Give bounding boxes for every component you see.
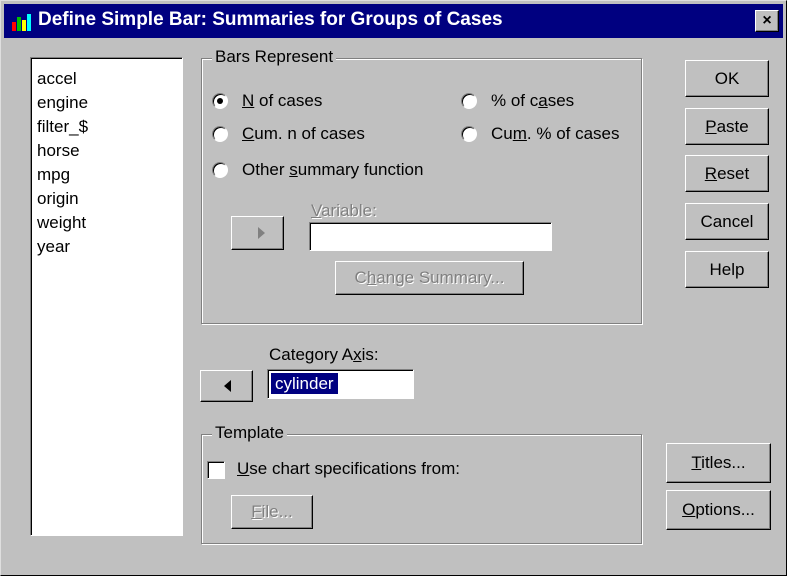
radio-other-summary-label: Other summary function <box>242 160 424 179</box>
bars-represent-group: Bars Represent N of cases % of cases Cum… <box>201 47 642 324</box>
close-icon: × <box>762 12 772 29</box>
category-axis-label: Category Axis: <box>269 345 379 364</box>
radio-indicator <box>461 93 477 109</box>
use-chart-spec-checkbox[interactable]: Use chart specifications from: <box>207 459 537 483</box>
variable-item[interactable]: filter_$ <box>37 115 182 139</box>
help-label: Help <box>709 260 745 279</box>
source-variable-list[interactable]: accel engine filter_$ horse mpg origin w… <box>30 57 183 536</box>
variable-item[interactable]: weight <box>37 211 182 235</box>
arrow-right-icon <box>258 227 265 239</box>
move-to-category-axis-button[interactable] <box>200 370 253 402</box>
variable-item[interactable]: year <box>37 235 182 259</box>
spss-chart-icon <box>12 14 31 31</box>
options-button[interactable]: Options... <box>666 490 771 530</box>
variable-item[interactable]: origin <box>37 187 182 211</box>
template-group: Template Use chart specifications from: … <box>201 423 642 544</box>
radio-indicator <box>461 126 477 142</box>
cancel-button[interactable]: Cancel <box>685 203 769 240</box>
file-button[interactable]: File... <box>231 495 313 529</box>
radio-indicator <box>212 93 228 109</box>
category-axis-value: cylinder <box>270 372 339 395</box>
move-to-variable-button[interactable] <box>231 216 284 250</box>
help-button[interactable]: Help <box>685 251 769 288</box>
window-title: Define Simple Bar: Summaries for Groups … <box>38 9 503 30</box>
dialog-window: Define Simple Bar: Summaries for Groups … <box>0 0 787 576</box>
variable-item[interactable]: accel <box>37 67 182 91</box>
radio-indicator <box>212 126 228 142</box>
ok-button[interactable]: OK <box>685 60 769 97</box>
category-axis-field[interactable]: cylinder <box>267 369 414 399</box>
radio-indicator <box>212 162 228 178</box>
use-chart-spec-label: Use chart specifications from: <box>237 459 460 478</box>
checkbox-box <box>207 461 225 479</box>
cancel-label: Cancel <box>700 212 754 231</box>
change-summary-button[interactable]: Change Summary... <box>335 261 524 295</box>
title-bar[interactable]: Define Simple Bar: Summaries for Groups … <box>4 4 783 38</box>
variable-field[interactable] <box>309 222 552 251</box>
radio-n-of-cases-label: N of cases <box>242 91 323 110</box>
radio-pct-of-cases-label: % of cases <box>491 91 575 110</box>
paste-button[interactable]: Paste <box>685 108 769 145</box>
template-legend: Template <box>212 423 287 443</box>
arrow-left-icon <box>224 380 231 392</box>
reset-button[interactable]: Reset <box>685 155 769 192</box>
variable-item[interactable]: mpg <box>37 163 182 187</box>
variable-label: Variable: <box>311 201 377 220</box>
radio-cum-pct-label: Cum. % of cases <box>491 124 620 143</box>
ok-label: OK <box>714 69 740 88</box>
bars-represent-legend: Bars Represent <box>212 47 337 67</box>
variable-item[interactable]: horse <box>37 139 182 163</box>
close-button[interactable]: × <box>755 10 779 32</box>
radio-cum-n-label: Cum. n of cases <box>242 124 365 143</box>
titles-button[interactable]: Titles... <box>666 443 771 483</box>
variable-item[interactable]: engine <box>37 91 182 115</box>
